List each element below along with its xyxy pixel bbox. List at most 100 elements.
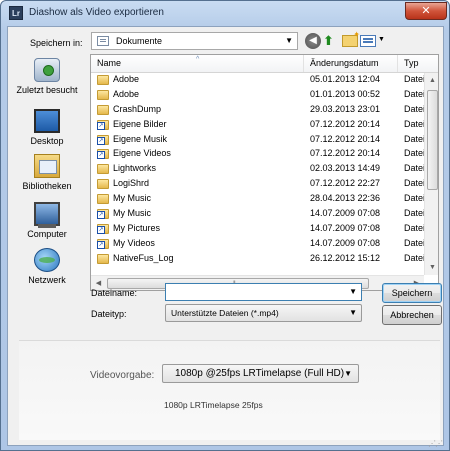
dialog-window: Lr Diashow als Video exportieren ✕ Speic… <box>0 0 450 451</box>
vertical-scroll-thumb[interactable] <box>427 90 438 190</box>
file-date: 14.07.2009 07:08 <box>310 222 381 233</box>
view-menu-chevron-icon[interactable]: ▼ <box>378 36 385 43</box>
table-row[interactable]: My Videos14.07.2009 07:08Dateio <box>91 237 438 252</box>
file-date: 28.04.2013 22:36 <box>310 193 381 204</box>
resize-grip-icon[interactable]: ⋰⋰ <box>428 439 443 448</box>
place-libraries[interactable]: Bibliotheken <box>11 154 83 191</box>
filename-field[interactable]: ▼ <box>165 283 362 301</box>
places-bar: Zuletzt besucht Desktop Bibliotheken Com… <box>11 54 81 316</box>
table-row[interactable]: My Music 28.04.2013 22:36 Dateio <box>91 192 438 207</box>
preset-value: 1080p @25fps LRTimelapse (Full HD) <box>175 368 345 379</box>
folder-shortcut-icon <box>97 209 109 220</box>
vertical-scrollbar[interactable]: ▲ ▼ <box>424 73 438 275</box>
scroll-up-icon[interactable]: ▲ <box>425 73 438 88</box>
sort-ascending-icon: ^ <box>196 56 200 63</box>
filename-label: Dateiname: <box>91 288 138 298</box>
file-date: 07.12.2012 20:14 <box>310 118 381 129</box>
folder-icon <box>97 75 109 85</box>
file-date: 14.07.2009 07:08 <box>310 237 381 248</box>
folder-icon <box>97 104 109 115</box>
chevron-down-icon[interactable]: ▼ <box>285 36 293 45</box>
file-date: 02.03.2013 14:49 <box>310 163 381 174</box>
table-row[interactable]: Adobe 05.01.2013 12:04 Dateio <box>91 73 438 88</box>
close-button[interactable]: ✕ <box>405 2 447 20</box>
dialog-client-area: Speichern in: Dokumente ▼ ◀ ⬆ ▼ Zuletzt … <box>7 26 444 446</box>
file-date: 29.03.2013 23:01 <box>310 103 381 114</box>
new-folder-icon[interactable] <box>342 30 360 47</box>
column-header-type[interactable]: Typ <box>398 55 438 72</box>
recent-places-icon <box>34 58 60 82</box>
filetype-label: Dateityp: <box>91 309 127 319</box>
file-date: 14.07.2009 07:08 <box>310 208 381 219</box>
file-date: 07.12.2012 20:14 <box>310 148 381 159</box>
file-name: LogiShrd <box>113 178 150 189</box>
file-name: Eigene Musik <box>113 133 168 144</box>
chevron-down-icon[interactable]: ▼ <box>349 308 357 317</box>
place-recent[interactable]: Zuletzt besucht <box>11 58 83 95</box>
file-list[interactable]: Name ^ Änderungsdatum Typ Adobe 05.01.201… <box>90 54 439 291</box>
table-row[interactable]: Lightworks 02.03.2013 14:49 Dateio <box>91 162 438 177</box>
file-name: Adobe <box>113 88 140 99</box>
file-name: Adobe <box>113 74 140 84</box>
view-menu-icon[interactable] <box>360 35 376 47</box>
column-header-label: Name <box>97 58 122 68</box>
file-name: My Music <box>113 208 151 219</box>
folder-shortcut-icon <box>97 119 109 130</box>
table-row[interactable]: CrashDump 29.03.2013 23:01 Dateio <box>91 103 438 118</box>
window-title: Diashow als Video exportieren <box>29 7 164 18</box>
table-row[interactable]: My Music14.07.2009 07:08Dateio <box>91 207 438 222</box>
place-label: Zuletzt besucht <box>16 85 78 95</box>
video-preset-panel: Videovorgabe: 1080p @25fps LRTimelapse (… <box>19 340 440 440</box>
file-date: 01.01.2013 00:52 <box>310 88 381 99</box>
title-bar[interactable]: Lr Diashow als Video exportieren ✕ <box>1 1 449 27</box>
chevron-down-icon[interactable]: ▼ <box>344 369 352 378</box>
file-name: My Music <box>113 193 151 204</box>
place-label: Computer <box>27 229 67 239</box>
table-row[interactable]: Eigene Bilder07.12.2012 20:14Dateio <box>91 118 438 133</box>
table-row[interactable]: Eigene Videos07.12.2012 20:14Dateio <box>91 147 438 162</box>
folder-icon <box>97 164 109 175</box>
column-header-date[interactable]: Änderungsdatum <box>304 55 398 72</box>
folder-icon <box>97 89 109 100</box>
look-in-value: Dokumente <box>116 36 163 46</box>
table-row[interactable]: Eigene Musik07.12.2012 20:14Dateio <box>91 133 438 148</box>
filetype-combobox[interactable]: Unterstützte Dateien (*.mp4) ▼ <box>165 304 362 322</box>
file-name: My Pictures <box>113 222 161 233</box>
cancel-button[interactable]: Abbrechen <box>382 305 442 325</box>
filename-input[interactable] <box>170 284 345 300</box>
table-row[interactable]: LogiShrd 07.12.2012 22:27 Dateio <box>91 177 438 192</box>
scroll-down-icon[interactable]: ▼ <box>425 260 438 275</box>
folder-icon <box>97 194 109 205</box>
filetype-value: Unterstützte Dateien (*.mp4) <box>171 308 279 318</box>
column-header-name[interactable]: Name ^ <box>91 55 304 72</box>
preset-combobox[interactable]: 1080p @25fps LRTimelapse (Full HD) ▼ <box>162 364 359 383</box>
file-name: Lightworks <box>113 163 157 174</box>
chevron-down-icon[interactable]: ▼ <box>349 287 357 296</box>
folder-shortcut-icon <box>97 149 109 160</box>
table-row[interactable]: NativeFus_Log 26.12.2012 15:12 Dateio <box>91 252 438 267</box>
place-label: Desktop <box>30 136 64 146</box>
look-in-label: Speichern in: <box>30 38 83 48</box>
table-row[interactable]: My Pictures14.07.2009 07:08Dateio <box>91 222 438 237</box>
folder-shortcut-icon <box>97 238 109 249</box>
save-button[interactable]: Speichern <box>382 283 442 303</box>
file-name: My Videos <box>113 237 155 248</box>
up-folder-icon[interactable]: ⬆ <box>323 33 339 49</box>
file-name: Eigene Videos <box>113 148 171 159</box>
preset-description: 1080p LRTimelapse 25fps <box>164 400 263 410</box>
libraries-icon <box>34 154 60 178</box>
table-row[interactable]: Adobe 01.01.2013 00:52 Dateio <box>91 88 438 103</box>
place-desktop[interactable]: Desktop <box>11 109 83 146</box>
back-icon[interactable]: ◀ <box>305 33 321 49</box>
look-in-combobox[interactable]: Dokumente ▼ <box>91 32 298 50</box>
file-rows: Adobe 05.01.2013 12:04 Dateio Adobe 01.01.20… <box>91 73 438 267</box>
place-network[interactable]: Netzwerk <box>11 248 83 285</box>
documents-folder-icon <box>97 36 109 46</box>
lightroom-app-icon: Lr <box>9 6 23 20</box>
place-computer[interactable]: Computer <box>11 202 83 239</box>
file-name: CrashDump <box>113 103 162 114</box>
folder-shortcut-icon <box>97 223 109 234</box>
file-date: 05.01.2013 12:04 <box>310 74 381 84</box>
place-label: Bibliotheken <box>22 181 72 191</box>
folder-icon <box>97 253 109 264</box>
